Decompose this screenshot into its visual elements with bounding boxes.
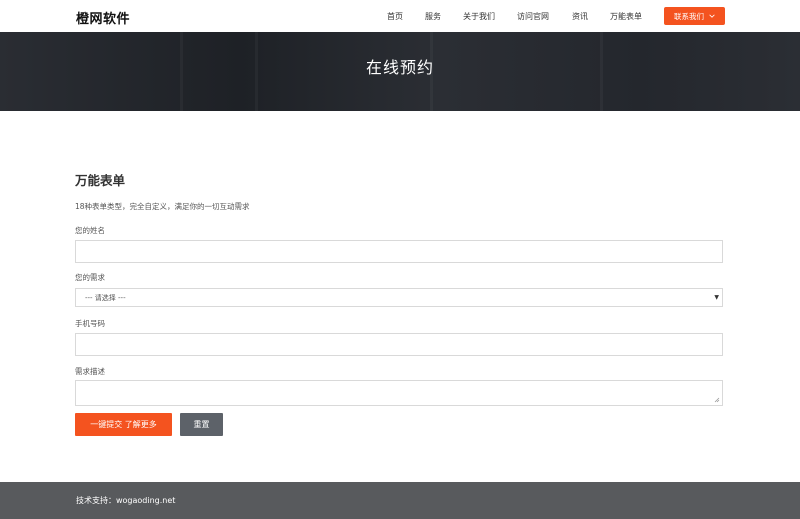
form-title: 万能表单	[75, 173, 126, 188]
footer: 技术支持：wogaoding.net	[0, 482, 800, 519]
footer-support-text: 技术支持：wogaoding.net	[76, 496, 176, 505]
top-navigation-bar: 橙网软件 首页 服务 关于我们 访问官网 资讯 万能表单 联系我们	[0, 0, 800, 32]
contact-us-label: 联系我们	[674, 11, 704, 21]
phone-input[interactable]	[75, 333, 723, 356]
description-label: 需求描述	[75, 367, 105, 376]
caret-down-icon: ▼	[714, 294, 719, 301]
nav-item-about[interactable]: 关于我们	[463, 11, 495, 22]
name-label: 您的姓名	[75, 226, 105, 235]
demand-select[interactable]: --- 请选择 --- ▼	[75, 288, 723, 307]
nav-item-universal-form[interactable]: 万能表单	[610, 11, 642, 22]
phone-label: 手机号码	[75, 319, 105, 328]
demand-select-value: --- 请选择 ---	[85, 293, 126, 302]
banner-title: 在线预约	[365, 58, 434, 77]
chevron-down-icon	[709, 14, 715, 18]
nav-item-home[interactable]: 首页	[387, 11, 403, 22]
nav-item-news[interactable]: 资讯	[572, 11, 588, 22]
reset-button[interactable]: 重置	[180, 413, 223, 436]
demand-label: 您的需求	[75, 273, 105, 282]
resize-grip-icon[interactable]	[714, 397, 720, 403]
name-input[interactable]	[75, 240, 723, 263]
form-subtitle: 18种表单类型，完全自定义，满足你的一切互动需求	[75, 202, 250, 211]
nav-item-official-site[interactable]: 访问官网	[517, 11, 549, 22]
page-banner: 在线预约	[0, 32, 800, 111]
site-logo[interactable]: 橙网软件	[76, 8, 130, 27]
nav-item-services[interactable]: 服务	[425, 11, 441, 22]
description-textarea[interactable]	[75, 380, 723, 406]
submit-button[interactable]: 一键提交 了解更多	[75, 413, 172, 436]
contact-us-button[interactable]: 联系我们	[664, 7, 725, 25]
